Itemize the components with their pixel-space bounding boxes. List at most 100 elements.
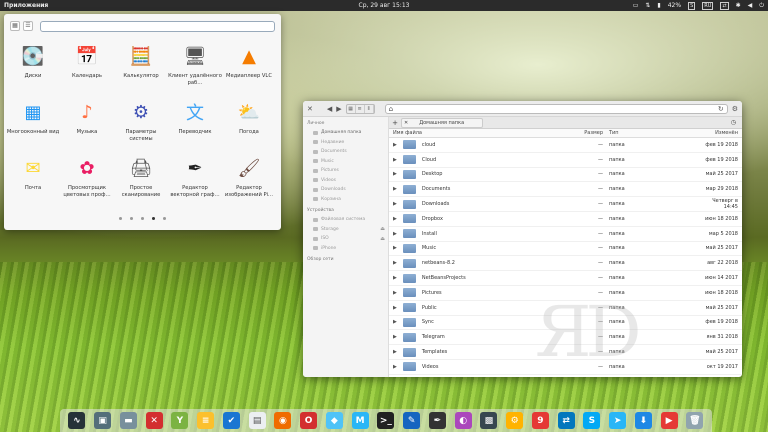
table-row[interactable]: ▶ Desktop — папка май 25 2017 [389,168,742,183]
table-row[interactable]: ▶ Telegram — папка янв 31 2018 [389,330,742,346]
new-tab-icon[interactable]: + [389,119,401,127]
view-switcher[interactable]: ▦ ≡ ⫴ [345,103,375,114]
category-view-button[interactable]: ☰ [23,21,33,31]
table-row[interactable]: ▶ Sync — папка фев 19 2018 [389,316,742,331]
expand-arrow-icon[interactable]: ▶ [393,364,397,370]
expand-arrow-icon[interactable]: ▶ [393,349,397,355]
app-pinta[interactable]: 🖌 Редактор изображений Pi… [222,152,276,208]
table-row[interactable]: ▶ Templates — папка май 25 2017 [389,345,742,360]
terminal-icon[interactable]: >_ [377,412,395,429]
opera-icon[interactable]: O [300,412,318,429]
forward-arrow-icon[interactable]: ▶ [336,105,341,113]
table-row[interactable]: ▶ Music — папка май 25 2017 [389,242,742,257]
column-view-icon[interactable]: ⫴ [365,104,374,113]
page-dot[interactable] [163,217,166,220]
youtube-icon[interactable]: ▶ [660,412,678,429]
trash-icon[interactable]: 🗑 [686,412,704,429]
tab-home[interactable]: ✕ Домашняя папка [401,117,483,128]
document-viewer-icon[interactable]: ▤ [248,412,266,429]
crossover-icon[interactable]: ✕ [145,412,163,429]
cube-icon[interactable]: ◆ [325,412,343,429]
inkscape-dock-icon[interactable]: ✒ [428,412,446,429]
system-tool-icon[interactable]: ⚙ [506,412,524,429]
sidebar-item[interactable]: ISO ⏏ [303,234,388,244]
sidebar-item[interactable]: Downloads [303,185,388,195]
table-row[interactable]: ▶ Install — папка мар 5 2018 [389,227,742,242]
power-icon[interactable]: ⏻ [759,2,764,10]
eject-icon[interactable]: ⏏ [380,236,385,242]
system-monitor-icon[interactable]: ∿ [68,412,86,429]
sidebar-item[interactable]: Корзина [303,195,388,205]
path-bar[interactable]: ⌂ ↻ [384,103,728,114]
app-inkscape[interactable]: ✒ Редактор векторной граф… [168,152,222,208]
column-size[interactable]: Размер [573,130,605,136]
app-weather[interactable]: ⛅ Погода [222,96,276,152]
table-row[interactable]: ▶ Cloud — папка фев 19 2018 [389,153,742,168]
table-row[interactable]: ▶ Pictures — папка июн 18 2018 [389,286,742,301]
page-dot[interactable] [130,217,133,220]
app-settings[interactable]: ⚙ Параметры системы [114,96,168,152]
firefox-icon[interactable]: ◉ [274,412,292,429]
icon-view-icon[interactable]: ▦ [347,104,356,113]
expand-arrow-icon[interactable]: ▶ [393,275,397,281]
notes-icon[interactable]: ≡ [197,412,215,429]
sidebar-item[interactable]: Недавние [303,138,388,148]
eject-icon[interactable]: ⏏ [380,226,385,232]
page-dot[interactable] [119,217,122,220]
table-row[interactable]: ▶ NetBeansProjects — папка июн 14 2017 [389,271,742,286]
back-arrow-icon[interactable]: ◀ [327,105,332,113]
files-icon[interactable]: ▬ [119,412,137,429]
telegram-icon[interactable]: ➤ [609,412,627,429]
app-calculator[interactable]: 🧮 Калькулятор [114,40,168,96]
expand-arrow-icon[interactable]: ▶ [393,290,397,296]
floppy-icon[interactable]: ▣ [94,412,112,429]
expand-arrow-icon[interactable]: ▶ [393,186,397,192]
app-mail[interactable]: ✉ Почта [6,152,60,208]
expand-arrow-icon[interactable]: ▶ [393,319,397,325]
skype-indicator-icon[interactable]: S [688,1,696,10]
network-icon[interactable]: ⇄ [557,412,575,429]
table-row[interactable]: ▶ cloud — папка фев 19 2018 [389,138,742,153]
sidebar-item[interactable]: Домашняя папка [303,128,388,138]
list-view-icon[interactable]: ≡ [356,104,365,113]
sidebar-item[interactable]: iPhone [303,244,388,254]
sidebar-item[interactable]: Файловая система [303,215,388,225]
volume-icon[interactable]: ◀ [748,2,753,9]
sidebar-item[interactable]: Pictures [303,166,388,176]
expand-arrow-icon[interactable]: ▶ [393,157,397,163]
app-disk[interactable]: 💽 Диски [6,40,60,96]
grid-view-button[interactable]: ▦ [10,21,20,31]
expand-arrow-icon[interactable]: ▶ [393,231,397,237]
column-type[interactable]: Тип [605,130,697,136]
column-modified[interactable]: Изменён [697,130,742,136]
tasks-icon[interactable]: ✔ [222,412,240,429]
color-picker-icon[interactable]: ◐ [454,412,472,429]
evernote-icon[interactable]: Y [171,412,189,429]
sidebar-item[interactable]: Videos [303,176,388,186]
table-row[interactable]: ▶ Public — папка май 25 2017 [389,301,742,316]
download-icon[interactable]: ⬇ [634,412,652,429]
mail-app-icon[interactable]: M [351,412,369,429]
history-icon[interactable]: ◷ [731,119,736,126]
network-indicator-icon[interactable]: ⇅ [645,2,650,9]
screenshot-icon[interactable]: ▩ [480,412,498,429]
app-multitasking[interactable]: ▦ Многооконный вид [6,96,60,152]
search-input[interactable] [40,20,275,32]
app-vlc[interactable]: ▲ Медиаплеер VLC [222,40,276,96]
app-scanner[interactable]: 🖨 Простое сканирование [114,152,168,208]
expand-arrow-icon[interactable]: ▶ [393,245,397,251]
files-indicator-icon[interactable]: ▭ [633,2,639,9]
skype-icon[interactable]: S [583,412,601,429]
column-name[interactable]: Имя файла [389,130,573,136]
expand-arrow-icon[interactable]: ▶ [393,142,397,148]
sync-indicator-icon[interactable]: ⇄ [720,1,729,10]
menu-icon[interactable]: ⚙ [732,105,738,113]
app-calendar[interactable]: 📅 Календарь [60,40,114,96]
expand-arrow-icon[interactable]: ▶ [393,171,397,177]
keyboard-layout-indicator[interactable]: RU [702,1,714,10]
yandex-icon[interactable]: 9 [531,412,549,429]
reload-icon[interactable]: ↻ [718,105,724,113]
sidebar-item[interactable]: Storage ⏏ [303,225,388,235]
table-row[interactable]: ▶ Documents — папка мар 29 2018 [389,182,742,198]
bluetooth-icon[interactable]: ✱ [736,2,741,9]
